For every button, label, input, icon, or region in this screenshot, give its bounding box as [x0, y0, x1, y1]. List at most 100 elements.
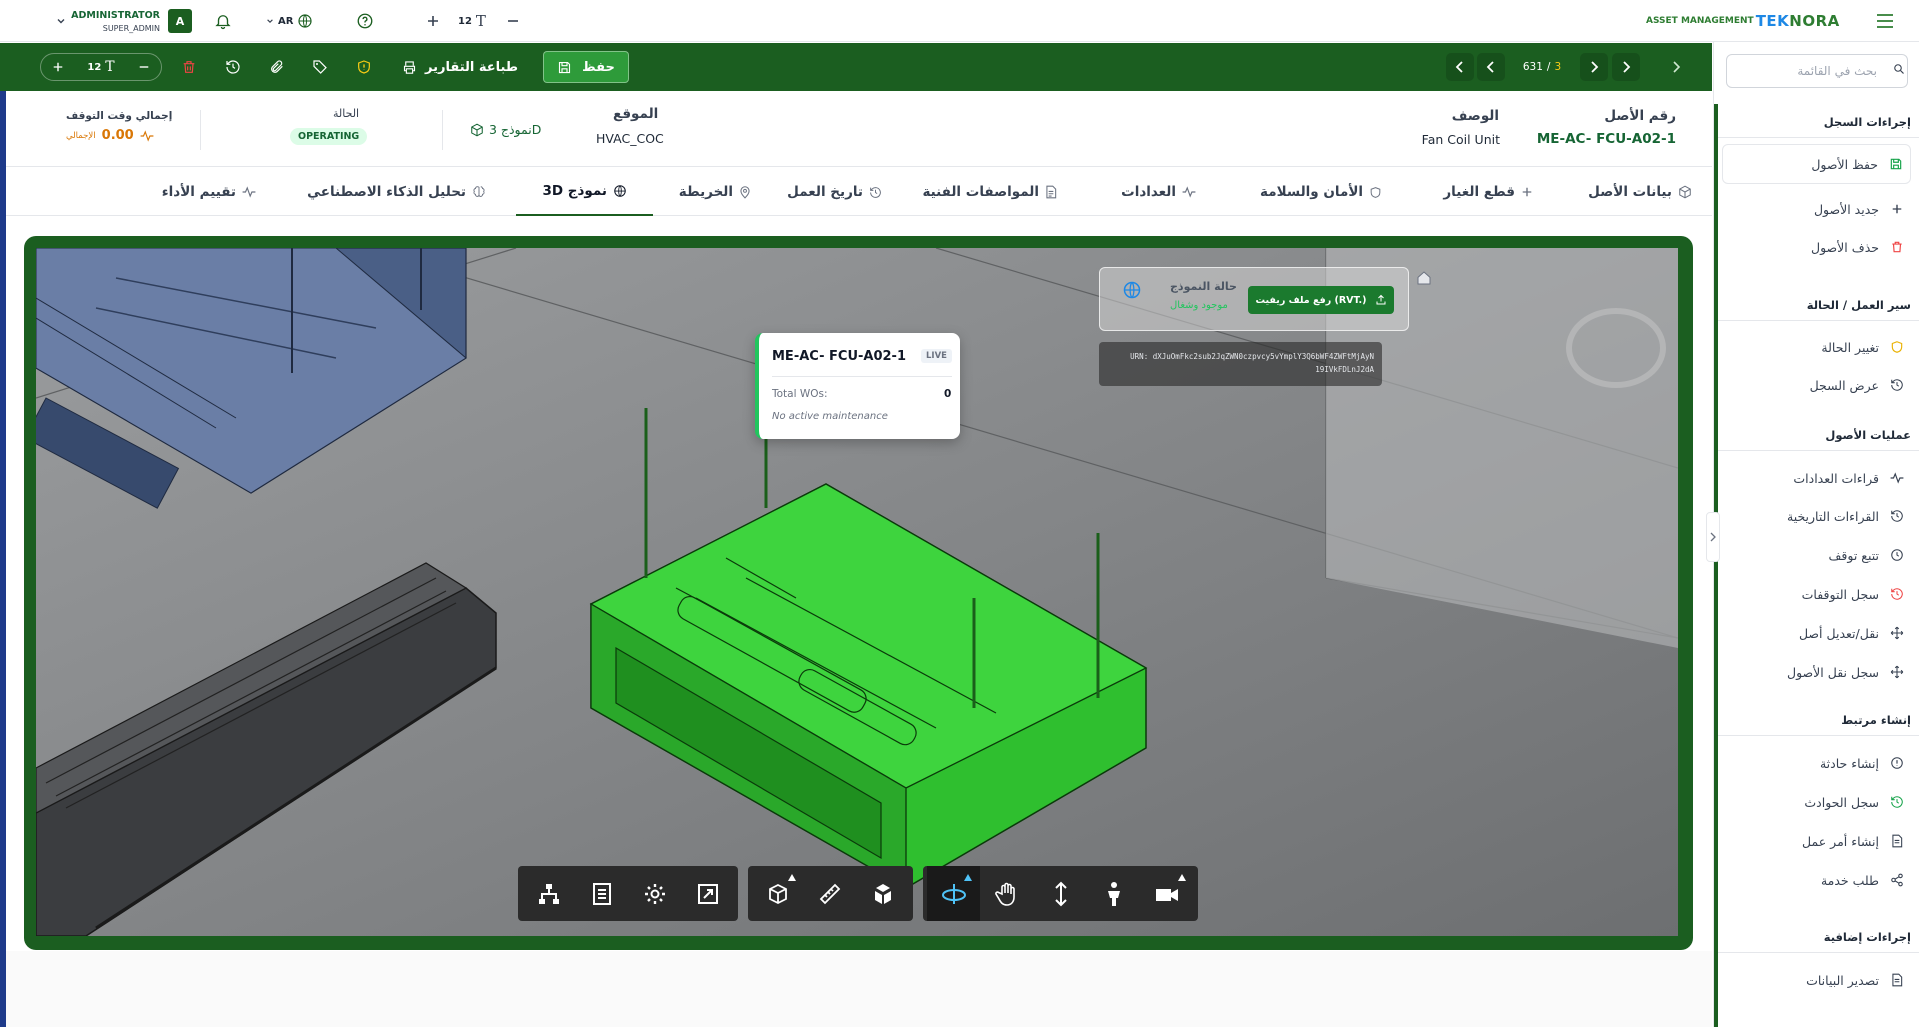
main-menu-button[interactable] [1876, 0, 1894, 42]
print-reports-button[interactable]: طباعة التقارير [402, 53, 518, 81]
tab-meters[interactable]: العدادات [1121, 168, 1196, 216]
sidebar-item-new-asset[interactable]: جديد الأصول [1724, 194, 1911, 224]
sidebar-item-move-asset[interactable]: نقل/تعديل أصل [1724, 618, 1911, 648]
previous-page-button[interactable] [1580, 53, 1608, 81]
globe-icon [614, 185, 626, 197]
previous-record-button[interactable] [1612, 53, 1640, 81]
tab-ai-analysis[interactable]: تحليل الذكاء الاصطناعي [307, 168, 486, 216]
sidebar-item-downtime-log[interactable]: سجل التوقفات [1724, 579, 1911, 609]
safety-button[interactable] [353, 53, 375, 81]
tab-3d-model[interactable]: نموذج 3D [516, 168, 653, 216]
sidebar-item-meter-readings[interactable]: قراءات العدادات [1724, 463, 1911, 493]
document-icon [1889, 833, 1905, 849]
tag-button[interactable] [309, 53, 331, 81]
notifications-button[interactable] [214, 0, 232, 42]
share-icon [1889, 872, 1905, 888]
record-toolbar: 12 T طباعة التقارير حفظ 631 / 3 [0, 43, 1712, 91]
upload-rvt-button[interactable]: رفع ملف ريفيت (RVT.) [1248, 286, 1394, 314]
history-icon [226, 60, 240, 74]
font-size-indicator: 12 T [87, 59, 114, 75]
collapse-toolbar-button[interactable] [1666, 53, 1686, 81]
pan-button[interactable] [980, 866, 1033, 921]
sidebar-item-create-incident[interactable]: إنشاء حادثة [1724, 748, 1911, 778]
help-button[interactable] [356, 0, 374, 42]
tab-spare-parts[interactable]: قطع الغيار [1443, 168, 1533, 216]
history-icon [1889, 377, 1905, 393]
next-page-button[interactable] [1477, 53, 1505, 81]
orbit-button[interactable] [927, 866, 981, 921]
first-person-button[interactable] [1087, 866, 1140, 921]
upload-icon [1376, 294, 1385, 305]
zoom-button[interactable] [1034, 866, 1087, 921]
font-decrease-button[interactable] [138, 61, 150, 73]
sidebar-item-service-request[interactable]: طلب خدمة [1724, 865, 1911, 895]
upload-rvt-label: رفع ملف ريفيت (RVT.) [1255, 294, 1367, 306]
sidebar-item-view-log[interactable]: عرض السجل [1724, 370, 1911, 400]
document-icon [1046, 185, 1057, 199]
font-decrease-button[interactable] [506, 0, 520, 42]
camera-button[interactable] [1141, 866, 1194, 921]
model-3d-link[interactable]: نموذج 3D [470, 122, 541, 137]
tab-asset-data[interactable]: بيانات الأصل [1588, 168, 1692, 216]
minus-icon [139, 66, 148, 68]
sidebar-item-change-status[interactable]: تغيير الحالة [1724, 332, 1911, 362]
history-button[interactable] [222, 53, 244, 81]
sidebar-item-delete-asset[interactable]: حذف الأصول [1724, 232, 1911, 262]
sidebar-collapse-button[interactable] [1706, 512, 1720, 562]
tab-safety[interactable]: الأمان والسلامة [1260, 168, 1382, 216]
orbit-icon [941, 883, 966, 904]
first-person-icon [1107, 881, 1120, 906]
activity-icon [1182, 186, 1196, 198]
delete-button[interactable] [178, 53, 200, 81]
globe-icon [298, 14, 313, 28]
font-size-indicator: 12 T [458, 0, 486, 42]
tab-work-history[interactable]: تاريخ العمل [787, 168, 882, 216]
next-record-button[interactable] [1446, 53, 1474, 81]
measure-button[interactable] [804, 866, 856, 921]
history-red-icon [1889, 586, 1905, 602]
chevron-down-icon [267, 19, 273, 23]
user-menu-chevron[interactable] [56, 0, 66, 42]
explode-button[interactable] [857, 866, 909, 921]
brand-prefix: ASSET MANAGEMENT [1646, 16, 1754, 26]
section-title-workflow: سير العمل / الحالة [1806, 298, 1911, 312]
font-increase-button[interactable] [426, 0, 440, 42]
viewcube-ring[interactable] [1566, 308, 1666, 388]
asset-tooltip: ME-AC- FCU-A02-1 LIVE Total WOs: 0 No ac… [755, 333, 960, 439]
user-info[interactable]: ADMINISTRATOR SUPER_ADMIN [71, 0, 160, 42]
sidebar-item-create-work-order[interactable]: إنشاء أمر عمل [1724, 826, 1911, 856]
sidebar-item-incident-log[interactable]: سجل الحوادث [1724, 787, 1911, 817]
fullscreen-button[interactable] [681, 866, 734, 921]
pin-icon [740, 186, 750, 199]
sidebar-item-move-log[interactable]: سجل نقل الأصول [1724, 657, 1911, 687]
history-icon [1889, 508, 1905, 524]
sidebar-item-track-downtime[interactable]: تتبع توقف [1724, 540, 1911, 570]
model-browser-button[interactable] [522, 866, 575, 921]
language-switcher[interactable]: AR [266, 0, 313, 42]
settings-button[interactable] [628, 866, 681, 921]
section-title-record-actions: إجراءات السجل [1823, 115, 1911, 129]
home-view-button[interactable] [1416, 270, 1432, 286]
asset-summary: رقم الأصل ME-AC- FCU-A02-1 الوصف Fan Coi… [6, 92, 1712, 167]
sidebar-search-input[interactable] [1726, 54, 1908, 88]
font-increase-button[interactable] [52, 61, 64, 73]
chevron-left-icon [1486, 61, 1494, 73]
sidebar-item-export-data[interactable]: تصدير البيانات [1724, 965, 1911, 995]
shield-icon [1889, 339, 1905, 355]
tab-performance[interactable]: تقييم الأداء [162, 168, 256, 216]
save-button[interactable]: حفظ [543, 51, 629, 83]
avatar[interactable]: A [168, 0, 192, 42]
tab-technical-specs[interactable]: المواصفات الفنية [922, 168, 1057, 216]
plus-icon [1889, 201, 1905, 217]
section-box-button[interactable] [752, 866, 804, 921]
chevron-down-icon [57, 19, 65, 24]
activity-icon [1889, 470, 1905, 486]
tab-map[interactable]: الخريطة [679, 168, 751, 216]
cube-icon [1679, 185, 1691, 199]
divider [1718, 320, 1919, 321]
chevron-right-icon [1591, 61, 1599, 73]
properties-button[interactable] [575, 866, 628, 921]
sidebar-item-historical-readings[interactable]: القراءات التاريخية [1724, 501, 1911, 531]
attachment-button[interactable] [266, 53, 288, 81]
sidebar-item-save-asset[interactable]: حفظ الأصول [1722, 144, 1911, 184]
